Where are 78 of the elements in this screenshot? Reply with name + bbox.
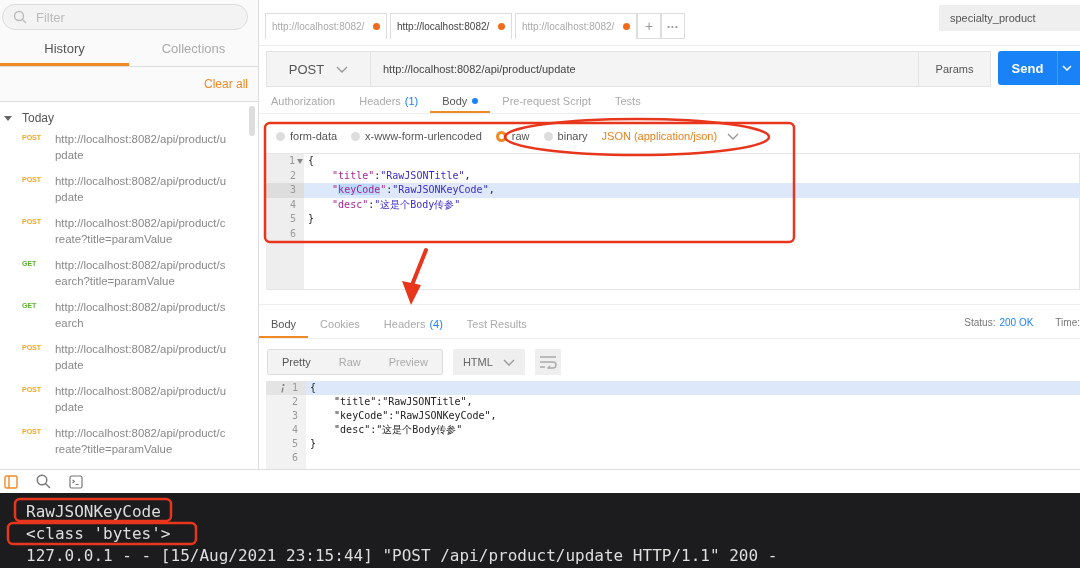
history-group[interactable]: Today	[0, 109, 258, 127]
code-line: "title":"RawJSONTitle",	[331, 168, 471, 183]
request-url: http://localhost:8082/api/product/create?title=paramValue	[55, 216, 227, 247]
search-icon[interactable]	[36, 474, 51, 489]
request-section-tab[interactable]: Tests	[603, 91, 653, 113]
terminal-line: 127.0.0.1 - - [15/Aug/2021 23:15:44] "POST /api/product/update HTTP/1.1" 200 -	[26, 546, 778, 565]
code-line: }	[307, 212, 315, 226]
status-code: 200 OK	[999, 317, 1034, 328]
response-tab[interactable]: Headers (4)	[371, 312, 455, 338]
request-url: http://localhost:8082/api/product/search	[55, 300, 227, 331]
send-button[interactable]: Send	[998, 51, 1080, 85]
terminal-line: <class 'bytes'>	[26, 524, 171, 543]
line-number: 5	[291, 437, 298, 451]
status-label: Status:	[964, 317, 996, 328]
request-section-tab[interactable]: Headers (1)	[347, 91, 431, 113]
line-number: 3	[289, 183, 296, 197]
view-mode-button[interactable]: Raw	[324, 350, 375, 374]
fold-caret-icon[interactable]	[297, 158, 303, 164]
more-tabs-button[interactable]: •••	[661, 13, 685, 39]
line-number: 3	[291, 409, 298, 423]
body-type-radio[interactable]: binary	[543, 130, 588, 142]
environment-dropdown[interactable]: specialty_product	[939, 5, 1080, 31]
format-dropdown[interactable]: HTML	[452, 349, 525, 375]
request-url: http://localhost:8082/api/product/update	[55, 132, 227, 163]
request-section-tab[interactable]: Body	[430, 91, 491, 113]
response-tab[interactable]: Cookies	[308, 312, 372, 338]
clear-all-link[interactable]: Clear all	[204, 77, 248, 91]
line-number: 2	[289, 168, 296, 183]
line-number: 4	[291, 423, 298, 437]
line-number: 4	[289, 197, 296, 212]
line-number: 5	[289, 212, 296, 226]
terminal-icon[interactable]	[69, 474, 83, 489]
request-url: http://localhost:8082/api/product/search?title=paramValue	[55, 258, 227, 289]
code-line: {	[307, 154, 315, 168]
chevron-icon	[502, 358, 515, 366]
code-line: "desc":"这是个Body传参"	[333, 423, 463, 437]
terminal-line: RawJSONKeyCode	[26, 502, 161, 521]
sidebar-toggle-icon[interactable]	[4, 474, 18, 489]
view-mode-button[interactable]: Preview	[374, 350, 442, 374]
code-line: "keyCode":"RawJSONKeyCode",	[333, 409, 497, 423]
filter-field[interactable]: Filter	[2, 4, 248, 30]
code-line: "keyCode":"RawJSONKeyCode",	[331, 183, 495, 197]
body-type-radio[interactable]: form-data	[276, 130, 338, 142]
line-number: 2	[291, 395, 298, 409]
code-line: }	[309, 437, 317, 451]
request-section-tab[interactable]: Authorization	[259, 91, 348, 113]
scrollbar[interactable]	[249, 106, 255, 136]
request-url: http://localhost:8082/api/product/update	[55, 174, 227, 205]
chevron-icon	[1062, 65, 1072, 71]
request-section-tab[interactable]: Pre-request Script	[490, 91, 603, 113]
time-label: Time:	[1055, 317, 1080, 328]
wrap-lines-icon	[538, 355, 557, 369]
code-line: "desc":"这是个Body传参"	[331, 197, 461, 212]
line-number: 6	[289, 226, 296, 241]
code-line: "title":"RawJSONTitle",	[333, 395, 473, 409]
new-tab-button[interactable]: +	[637, 13, 661, 39]
request-tab[interactable]: http://localhost:8082/	[390, 13, 512, 39]
content-type-dropdown[interactable]: JSON (application/json)	[601, 130, 740, 142]
body-type-radio[interactable]: raw	[495, 130, 530, 142]
request-body-editor[interactable]: 1 2 3 4 5 6 { "title":"RawJSONTitle", "keyCode":"RawJSONKeyCode", "desc":"这是个Body传参" }	[266, 153, 1080, 290]
chevron-icon	[727, 132, 740, 140]
request-url: http://localhost:8082/api/product/update	[55, 384, 227, 415]
request-url: http://localhost:8082/api/product/create?title=paramValue	[55, 426, 227, 457]
response-tab[interactable]: Body	[259, 312, 309, 338]
wrap-lines-button[interactable]	[534, 349, 561, 375]
view-mode-button[interactable]: Pretty	[268, 350, 325, 374]
line-number: 6	[291, 451, 298, 465]
response-tab[interactable]: Test Results	[454, 312, 539, 338]
search-icon	[13, 10, 27, 24]
body-type-radio[interactable]: x-www-form-urlencoded	[351, 130, 482, 142]
group-label: Today	[22, 111, 55, 125]
code-line: {	[309, 381, 317, 395]
request-tab[interactable]: http://localhost:8082/	[265, 13, 387, 39]
sidebar-tab[interactable]: History	[0, 34, 129, 66]
line-number: 1	[291, 381, 298, 395]
sidebar-tab[interactable]: Collections	[129, 34, 258, 66]
request-url: http://localhost:8082/api/product/update	[55, 342, 227, 373]
line-number: 1	[288, 154, 295, 168]
